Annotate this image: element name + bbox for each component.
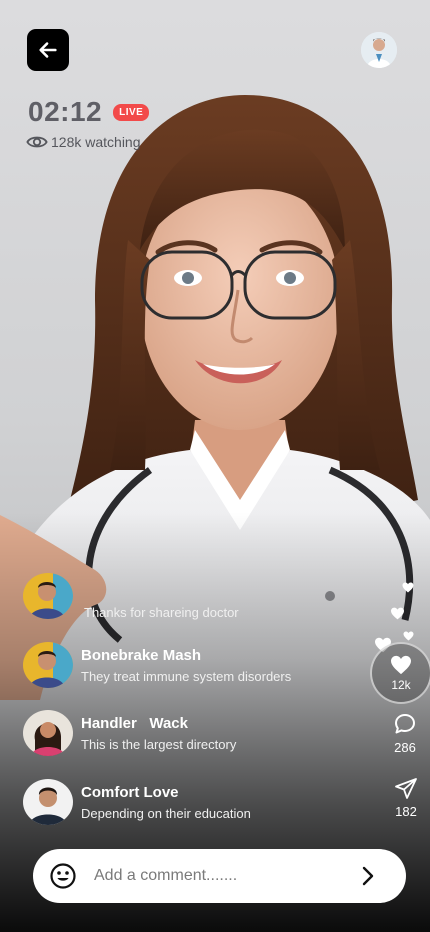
commenter-name: Comfort Love bbox=[81, 783, 179, 801]
chevron-right-icon bbox=[362, 866, 374, 886]
emoji-button[interactable] bbox=[50, 863, 76, 889]
comment-body: Comfort Love Depending on their educatio… bbox=[81, 784, 251, 821]
comment-button[interactable]: 286 bbox=[393, 712, 417, 755]
commenter-avatar bbox=[23, 710, 73, 756]
floating-heart-icon bbox=[391, 607, 404, 620]
send-button[interactable] bbox=[360, 865, 376, 887]
comment-message: They treat immune system disorders bbox=[81, 668, 292, 684]
share-button[interactable]: 182 bbox=[394, 777, 418, 819]
comment-input[interactable] bbox=[92, 866, 346, 886]
back-button[interactable] bbox=[27, 29, 69, 71]
viewer-count-text: 128k watching bbox=[51, 134, 141, 150]
comment-body: Bonebrake Mash They treat immune system … bbox=[81, 647, 291, 684]
comment-body: Handler Wack This is the largest directo… bbox=[81, 715, 236, 752]
commenter-name: Bonebrake Mash bbox=[81, 646, 202, 664]
like-count: 12k bbox=[391, 677, 411, 692]
comment-body: Thanks for shareing doctor bbox=[84, 605, 239, 620]
comment-item: Bonebrake Mash They treat immune system … bbox=[23, 642, 291, 688]
comment-message: Thanks for shareing doctor bbox=[84, 605, 239, 620]
comment-item: Comfort Love Depending on their educatio… bbox=[23, 779, 251, 825]
commenter-avatar bbox=[23, 779, 73, 825]
heart-icon bbox=[391, 655, 411, 674]
comment-bubble-icon bbox=[395, 714, 415, 734]
arrow-left-icon bbox=[39, 42, 57, 58]
doctor-avatar-image bbox=[361, 32, 397, 68]
commenter-name: Handler Wack bbox=[81, 714, 188, 732]
floating-heart-icon bbox=[403, 631, 414, 641]
host-avatar[interactable] bbox=[361, 32, 397, 68]
paper-plane-icon bbox=[395, 778, 417, 799]
comment-item: Thanks for shareing doctor bbox=[23, 571, 239, 620]
like-button[interactable]: 12k bbox=[370, 642, 430, 704]
share-count: 182 bbox=[395, 804, 417, 819]
avatar-man-yellow bbox=[23, 642, 73, 688]
live-stream-screen: 02:12 LIVE 128k watching Thanks for shar… bbox=[0, 0, 430, 932]
stream-timer: 02:12 bbox=[28, 96, 103, 127]
avatar-man-dark bbox=[23, 779, 73, 825]
comment-message: This is the largest directory bbox=[81, 736, 237, 752]
comment-item: Handler Wack This is the largest directo… bbox=[23, 710, 236, 756]
comment-count: 286 bbox=[394, 740, 416, 755]
comment-input-bar bbox=[33, 849, 406, 903]
smiley-icon bbox=[50, 863, 76, 889]
avatar-woman bbox=[23, 710, 73, 756]
commenter-avatar bbox=[23, 572, 73, 619]
like-ring: 12k bbox=[370, 642, 430, 704]
commenter-avatar bbox=[23, 642, 73, 688]
live-badge: LIVE bbox=[113, 103, 150, 121]
comment-message: Depending on their education bbox=[81, 805, 251, 821]
floating-heart-icon bbox=[402, 582, 414, 593]
eye-icon bbox=[26, 136, 48, 148]
viewer-count: 128k watching bbox=[26, 133, 141, 151]
stream-status: 02:12 LIVE bbox=[28, 96, 150, 128]
avatar-man-yellow bbox=[23, 572, 73, 619]
